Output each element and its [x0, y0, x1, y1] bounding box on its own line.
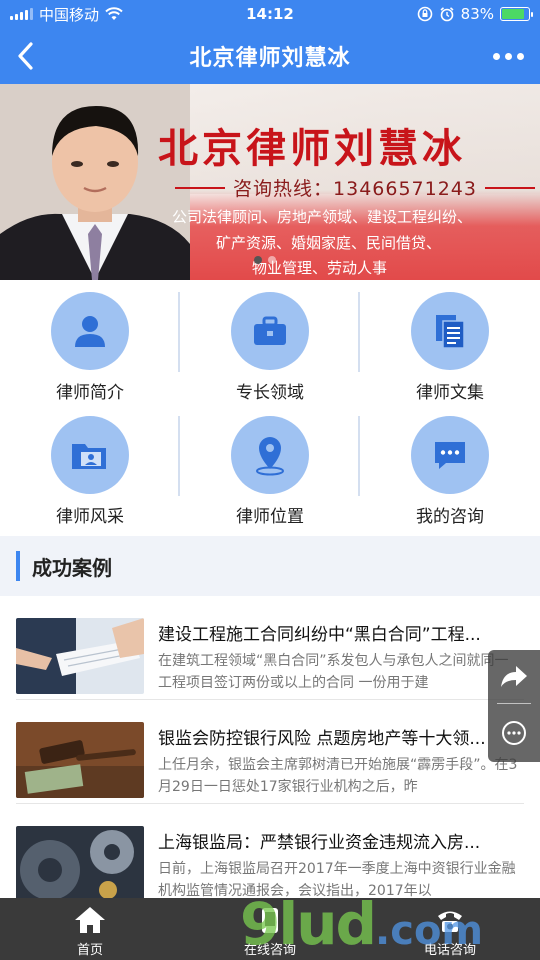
banner-services-line-1: 公司法律顾问、房地产领域、建设工程纠纷、 — [172, 208, 473, 226]
more-button[interactable] — [490, 42, 526, 70]
case-summary: 在建筑工程领域“黑白合同”系发包人与承包人之间就同一工程项目签订两份或以上的合同… — [158, 653, 509, 691]
carousel-dot-2[interactable] — [268, 256, 276, 264]
menu-item-lawyer-style[interactable]: 律师风采 — [0, 404, 180, 528]
battery-percent: 83% — [460, 5, 494, 23]
bottom-tab-bar: 首页 在线咨询 电话咨询 — [0, 898, 540, 960]
carrier-name: 中国移动 — [39, 5, 100, 24]
feature-menu: 律师简介 专长领域 律师文集 律师风采 律师位置 我的咨询 — [0, 280, 540, 536]
online-consult-icon — [262, 908, 278, 933]
status-left: 中国移动 — [10, 4, 123, 25]
status-time: 14:12 — [246, 5, 294, 23]
status-bar: 中国移动 14:12 83% — [0, 0, 540, 28]
menu-item-expertise[interactable]: 专长领域 — [180, 280, 360, 404]
battery-icon — [500, 7, 533, 21]
menu-label: 我的咨询 — [416, 507, 484, 527]
banner-hotline: 咨询热线：13466571243 — [233, 178, 477, 200]
menu-icon-circle — [51, 292, 129, 370]
section-header: 成功案例 — [0, 536, 540, 596]
tab-label: 首页 — [76, 943, 103, 958]
section-accent-bar — [16, 551, 20, 581]
nav-bar: 北京律师刘慧冰 — [0, 28, 540, 84]
status-right: 83% — [417, 5, 533, 23]
case-summary: 上任月余，银监会主席郭树清已开始施展“霹雳手段”。在3月29日一日惩处17家银行… — [158, 757, 518, 795]
menu-label: 专长领域 — [236, 383, 304, 403]
divider — [485, 186, 536, 189]
tab-label: 在线咨询 — [243, 943, 296, 958]
list-item[interactable]: 上海银监局：严禁银行业资金违规流入房... 日前，上海银监局召开2017年一季度… — [16, 804, 524, 898]
divider — [175, 186, 226, 189]
case-thumbnail — [16, 618, 144, 694]
home-icon — [75, 907, 105, 933]
menu-item-my-consultation[interactable]: 我的咨询 — [360, 404, 540, 528]
alarm-icon — [440, 7, 454, 22]
case-thumbnail — [16, 826, 144, 898]
more-dots-icon — [492, 52, 500, 60]
orientation-lock-icon — [417, 6, 432, 22]
banner-hotline-row: 咨询热线：13466571243 — [175, 174, 536, 201]
menu-label: 律师风采 — [56, 507, 124, 527]
menu-label: 律师文集 — [416, 383, 484, 403]
case-title: 上海银监局：严禁银行业资金违规流入房... — [158, 833, 481, 853]
wifi-icon — [105, 7, 123, 20]
briefcase-icon — [254, 316, 286, 345]
menu-item-articles[interactable]: 律师文集 — [360, 280, 540, 404]
banner-carousel[interactable]: 北京律师刘慧冰 咨询热线：13466571243 公司法律顾问、房地产领域、建设… — [0, 84, 540, 280]
chat-bubble-icon — [435, 442, 465, 469]
menu-icon-circle — [411, 292, 489, 370]
menu-label: 律师位置 — [236, 507, 304, 527]
case-list: 建设工程施工合同纠纷中“黑白合同”工程... 在建筑工程领域“黑白合同”系发包人… — [0, 596, 540, 898]
lawyer-portrait — [0, 84, 190, 280]
menu-item-lawyer-intro[interactable]: 律师简介 — [0, 280, 180, 404]
menu-icon-circle — [51, 416, 129, 494]
menu-icon-circle — [231, 292, 309, 370]
floating-toolbar — [488, 650, 540, 762]
chat-icon[interactable] — [499, 719, 529, 749]
carousel-dot-1[interactable] — [254, 256, 262, 264]
banner-headline: 北京律师刘慧冰 — [158, 125, 466, 172]
carousel-indicator[interactable] — [254, 256, 276, 264]
case-thumbnail — [16, 722, 144, 798]
banner-services-line-2: 矿产资源、婚姻家庭、民间借贷、 — [216, 234, 442, 252]
location-pin-icon — [256, 437, 284, 476]
list-item[interactable]: 银监会防控银行风险 点题房地产等十大领... 上任月余，银监会主席郭树清已开始施… — [16, 700, 524, 804]
menu-label: 律师简介 — [56, 383, 124, 403]
case-summary: 日前，上海银监局召开2017年一季度上海中资银行业金融机构监管情况通报会，会议指… — [158, 861, 516, 898]
divider — [497, 703, 531, 705]
back-button[interactable] — [8, 38, 44, 74]
tab-online-consult[interactable]: 在线咨询 — [180, 898, 360, 960]
section-title: 成功案例 — [32, 555, 112, 580]
signal-icon — [10, 8, 33, 20]
case-title: 银监会防控银行风险 点题房地产等十大领... — [158, 729, 486, 749]
page-title: 北京律师刘慧冰 — [189, 46, 351, 71]
documents-icon — [436, 315, 465, 349]
battery-fill — [502, 9, 524, 19]
tab-home[interactable]: 首页 — [0, 898, 180, 960]
list-item[interactable]: 建设工程施工合同纠纷中“黑白合同”工程... 在建筑工程领域“黑白合同”系发包人… — [16, 596, 524, 700]
case-title: 建设工程施工合同纠纷中“黑白合同”工程... — [158, 625, 481, 645]
menu-icon-circle — [411, 416, 489, 494]
chevron-left-icon — [18, 42, 33, 70]
menu-item-lawyer-location[interactable]: 律师位置 — [180, 404, 360, 528]
person-icon — [75, 316, 105, 347]
share-arrow-icon[interactable] — [499, 663, 529, 689]
menu-icon-circle — [231, 416, 309, 494]
tab-label: 电话咨询 — [423, 943, 476, 958]
folder-person-icon — [72, 444, 106, 469]
tab-phone-consult[interactable]: 电话咨询 — [360, 898, 540, 960]
phone-icon — [438, 911, 462, 932]
